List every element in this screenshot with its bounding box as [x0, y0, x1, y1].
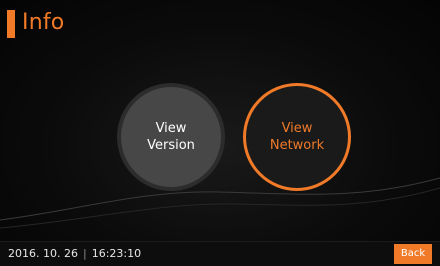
datetime-separator: | — [82, 247, 87, 260]
view-version-label: View Version — [147, 121, 195, 153]
view-network-button[interactable]: View Network — [243, 83, 351, 191]
datetime-display: 2016. 10. 26 | 16:23:10 — [8, 242, 141, 266]
title-accent-bar — [7, 10, 15, 38]
page-title: Info — [22, 10, 65, 35]
time-text: 16:23:10 — [91, 247, 142, 260]
status-footer: 2016. 10. 26 | 16:23:10 Back — [0, 241, 440, 266]
info-screen: Info View Version View Network 2016. 10.… — [0, 0, 440, 266]
title-bar: Info — [0, 8, 200, 38]
background-wave-decoration — [0, 177, 440, 229]
view-version-button[interactable]: View Version — [117, 83, 225, 191]
back-button[interactable]: Back — [394, 244, 432, 264]
date-text: 2016. 10. 26 — [8, 247, 78, 260]
view-network-label: View Network — [269, 121, 325, 153]
